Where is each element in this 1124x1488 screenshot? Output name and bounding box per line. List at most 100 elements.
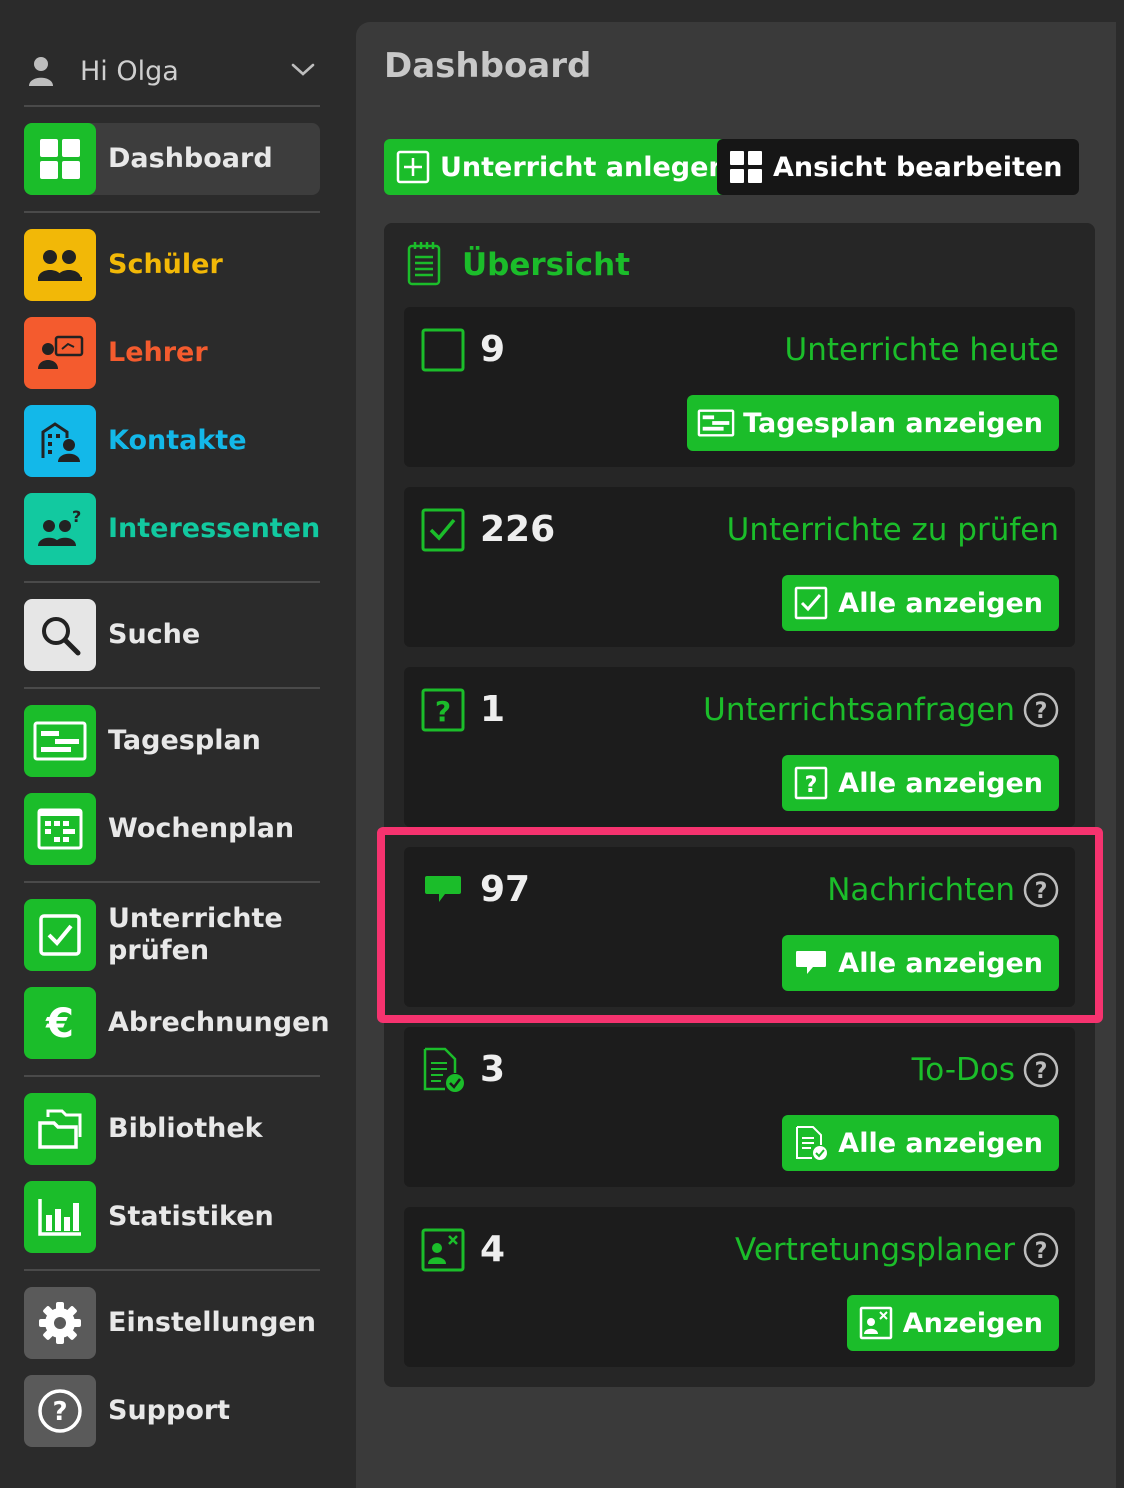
card-count: 9: [480, 329, 506, 370]
sidebar-item-settings[interactable]: Einstellungen: [24, 1287, 320, 1359]
checked-box-icon: [792, 584, 830, 622]
card-label: Nachrichten: [827, 872, 1015, 908]
message-icon: [420, 867, 466, 913]
sidebar-item-week-plan[interactable]: Wochenplan: [24, 793, 320, 865]
sidebar-item-label: Suche: [108, 619, 201, 650]
help-icon[interactable]: ?: [1023, 1232, 1059, 1268]
sidebar-item-label: Abrechnungen: [108, 1007, 330, 1038]
sidebar-item-label: Statistiken: [108, 1201, 274, 1232]
show-all-button[interactable]: Alle anzeigen: [782, 1115, 1059, 1171]
card-count: 226: [480, 509, 556, 550]
button-label: Alle anzeigen: [838, 767, 1043, 799]
sidebar-item-search[interactable]: Suche: [24, 599, 320, 671]
chevron-down-icon[interactable]: [290, 56, 316, 82]
create-lesson-label: Unterricht anlegen: [440, 151, 728, 183]
statistics-icon: [24, 1181, 96, 1253]
card-label-wrap: Vertretungsplaner ?: [735, 1227, 1059, 1273]
sidebar-item-label: Schüler: [108, 249, 223, 280]
card-count: 4: [480, 1229, 506, 1270]
show-day-plan-button[interactable]: Tagesplan anzeigen: [687, 395, 1059, 451]
card-label: Unterrichtsanfragen: [703, 692, 1015, 728]
euro-icon: €: [24, 987, 96, 1059]
divider: [24, 105, 320, 107]
svg-text:?: ?: [1035, 1059, 1048, 1084]
sidebar-item-day-plan[interactable]: Tagesplan: [24, 705, 320, 777]
sidebar-item-prospects[interactable]: ? Interessenten: [24, 493, 320, 565]
card-label-wrap: Nachrichten ?: [827, 867, 1059, 913]
user-menu[interactable]: Hi Olga: [24, 48, 320, 94]
sidebar-item-label: Bibliothek: [108, 1113, 263, 1144]
sidebar-item-billing[interactable]: € Abrechnungen: [24, 987, 330, 1059]
students-icon: [24, 229, 96, 301]
checked-box-icon: [420, 507, 466, 553]
sidebar-item-dashboard[interactable]: Dashboard: [24, 123, 320, 195]
question-box-icon: ?: [420, 687, 466, 733]
sidebar-item-support[interactable]: ? Support: [24, 1375, 320, 1447]
help-icon[interactable]: ?: [1023, 692, 1059, 728]
card-messages: 97 Nachrichten ? Alle anzeigen: [404, 847, 1075, 1007]
card-count: 97: [480, 869, 531, 910]
help-icon[interactable]: ?: [1023, 872, 1059, 908]
contacts-icon: [24, 405, 96, 477]
card-label: Unterrichte heute: [784, 332, 1060, 368]
button-label: Alle anzeigen: [838, 587, 1043, 619]
svg-text:€: €: [45, 1001, 74, 1045]
show-all-button[interactable]: Alle anzeigen: [782, 575, 1059, 631]
card-label-wrap: Unterrichtsanfragen ?: [703, 687, 1059, 733]
page-title: Dashboard: [384, 46, 592, 86]
svg-text:?: ?: [72, 508, 81, 526]
divider: [24, 581, 320, 583]
divider: [24, 687, 320, 689]
substitution-icon: [857, 1304, 895, 1342]
button-label: Tagesplan anzeigen: [743, 407, 1043, 439]
divider: [24, 211, 320, 213]
gear-icon: [24, 1287, 96, 1359]
overview-title: Übersicht: [462, 247, 631, 283]
sidebar-item-check-lessons[interactable]: Unterrichte prüfen: [24, 899, 320, 971]
sidebar-item-statistics[interactable]: Statistiken: [24, 1181, 320, 1253]
question-box-icon: ?: [792, 764, 830, 802]
card-count: 1: [480, 689, 506, 730]
todo-list-icon: [792, 1124, 830, 1162]
user-icon: [24, 54, 58, 88]
card-lesson-requests: ? 1 Unterrichtsanfragen ? ? Alle anzeige…: [404, 667, 1075, 827]
card-label: Unterrichte zu prüfen: [726, 512, 1059, 548]
sidebar-item-label: Einstellungen: [108, 1307, 317, 1338]
sidebar-item-teachers[interactable]: Lehrer: [24, 317, 320, 389]
sidebar-item-contacts[interactable]: Kontakte: [24, 405, 320, 477]
card-substitution-planner: 4 Vertretungsplaner ? Anzeigen: [404, 1207, 1075, 1367]
button-label: Alle anzeigen: [838, 1127, 1043, 1159]
show-substitution-button[interactable]: Anzeigen: [846, 1295, 1059, 1351]
help-icon[interactable]: ?: [1023, 1052, 1059, 1088]
sidebar-item-library[interactable]: Bibliothek: [24, 1093, 320, 1165]
substitution-icon: [420, 1227, 466, 1273]
button-label: Alle anzeigen: [838, 947, 1043, 979]
user-greeting: Hi Olga: [80, 55, 179, 87]
overview-header: Übersicht: [406, 241, 630, 289]
card-todos: 3 To-Dos ? Alle anzeigen: [404, 1027, 1075, 1187]
sidebar-item-label: Tagesplan: [108, 725, 261, 756]
edit-view-button[interactable]: Ansicht bearbeiten: [717, 139, 1079, 195]
sidebar-item-label: Support: [108, 1395, 231, 1426]
check-lessons-icon: [24, 899, 96, 971]
day-plan-icon: [24, 705, 96, 777]
sidebar-item-label: Interessenten: [108, 513, 321, 544]
day-plan-icon: [697, 404, 735, 442]
prospects-icon: ?: [24, 493, 96, 565]
message-icon: [792, 944, 830, 982]
library-icon: [24, 1093, 96, 1165]
show-all-button[interactable]: Alle anzeigen: [782, 935, 1059, 991]
todo-list-icon: [420, 1047, 466, 1093]
show-all-button[interactable]: ? Alle anzeigen: [782, 755, 1059, 811]
main-panel: Dashboard Unterricht anlegen Ansicht bea…: [356, 22, 1116, 1488]
create-lesson-button[interactable]: Unterricht anlegen: [384, 139, 744, 195]
divider: [24, 1075, 320, 1077]
notepad-icon: [406, 240, 442, 290]
sidebar-item-label-line1: Unterrichte: [108, 903, 283, 934]
card-label-wrap: To-Dos ?: [912, 1047, 1059, 1093]
sidebar-item-label: Unterrichte prüfen: [108, 903, 283, 967]
card-lessons-today: 9 Unterrichte heute Tagesplan anzeigen: [404, 307, 1075, 467]
sidebar: Hi Olga Dashboard Schüler Lehrer Kontakt…: [0, 0, 356, 1488]
sidebar-item-label: Lehrer: [108, 337, 208, 368]
sidebar-item-students[interactable]: Schüler: [24, 229, 320, 301]
